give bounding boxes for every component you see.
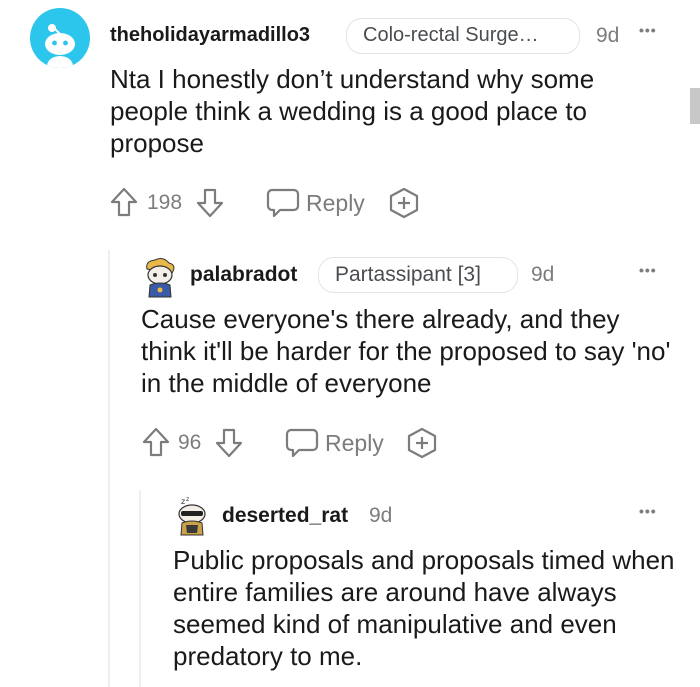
speech-bubble-icon	[266, 188, 300, 218]
avatar[interactable]: z z	[173, 495, 211, 537]
user-flair: Colo-rectal Surge…	[346, 18, 580, 54]
avatar[interactable]	[30, 8, 90, 68]
snoo-avatar-icon: z z	[178, 496, 206, 536]
plus-award-icon[interactable]	[387, 186, 421, 220]
thread-line-2[interactable]	[139, 490, 141, 687]
speech-bubble-icon	[285, 428, 319, 458]
plus-award-icon[interactable]	[405, 426, 439, 460]
comment-age: 9d	[531, 263, 555, 286]
comment-age: 9d	[596, 24, 620, 47]
arrow-down-icon[interactable]	[214, 427, 244, 459]
username[interactable]: deserted_rat	[222, 504, 348, 528]
comment-body: Nta I honestly don’t understand why some…	[110, 64, 595, 158]
more-options-button[interactable]: •••	[639, 22, 657, 38]
snoo-avatar-icon	[146, 258, 175, 298]
comment-age: 9d	[369, 504, 393, 527]
snoo-avatar-icon	[45, 24, 75, 68]
username[interactable]: palabradot	[190, 263, 297, 287]
arrow-up-icon[interactable]	[141, 426, 171, 458]
user-flair: Partassipant [3]	[318, 257, 518, 293]
vote-count: 198	[147, 191, 183, 214]
arrow-up-icon[interactable]	[109, 186, 139, 218]
vote-count: 96	[178, 431, 202, 454]
scrollbar-thumb[interactable]	[690, 88, 700, 124]
more-options-button[interactable]: •••	[639, 503, 657, 519]
comment-body: Public proposals and proposals timed whe…	[173, 545, 675, 671]
avatar[interactable]	[141, 257, 179, 299]
more-options-button[interactable]: •••	[639, 262, 657, 278]
arrow-down-icon[interactable]	[195, 187, 225, 219]
svg-text:z: z	[181, 497, 185, 506]
reply-label: Reply	[306, 190, 365, 216]
reply-label: Reply	[325, 430, 384, 456]
username[interactable]: theholidayarmadillo3	[110, 24, 310, 47]
thread-line-1[interactable]	[108, 250, 110, 687]
svg-text:z: z	[186, 496, 189, 503]
comment-body: Cause everyone's there already, and they…	[141, 304, 671, 398]
